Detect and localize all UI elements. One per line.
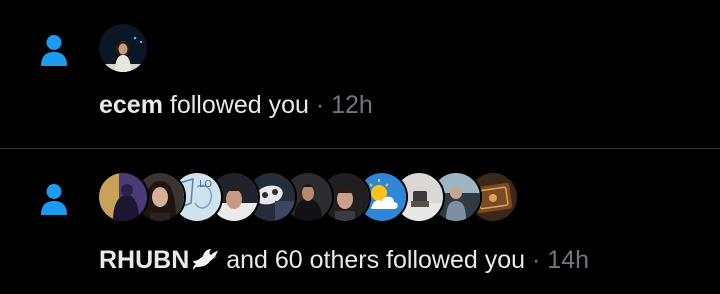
dove-icon — [193, 249, 219, 270]
notifications-feed: ecem followed you · 12h LO RHUBN and 60 … — [0, 0, 720, 294]
separator-dot: · — [315, 91, 325, 119]
separator-dot: · — [532, 246, 541, 274]
notification-time: 14h — [547, 246, 590, 274]
notification-text: ecem followed you · 12h — [99, 90, 373, 120]
follower-avatar-ecem[interactable] — [97, 22, 149, 74]
svg-text:LO: LO — [199, 179, 212, 190]
follower-avatars: LO — [97, 171, 519, 223]
follower-name[interactable]: ecem — [99, 91, 163, 119]
follower-name[interactable]: RHUBN — [99, 246, 189, 274]
follower-avatar-rhubn[interactable] — [97, 171, 149, 223]
notification-action: followed you — [169, 91, 309, 119]
follow-notification-1[interactable]: ecem followed you · 12h — [0, 0, 720, 148]
notification-action: and 60 others followed you — [226, 246, 526, 274]
notification-time: 12h — [331, 91, 373, 119]
follower-avatars — [97, 22, 149, 74]
person-icon — [41, 35, 67, 66]
follow-notification-2[interactable]: LO RHUBN and 60 others followed you · 14… — [0, 149, 720, 294]
notification-text: RHUBN and 60 others followed you · 14h — [99, 245, 589, 275]
person-icon — [41, 184, 67, 215]
